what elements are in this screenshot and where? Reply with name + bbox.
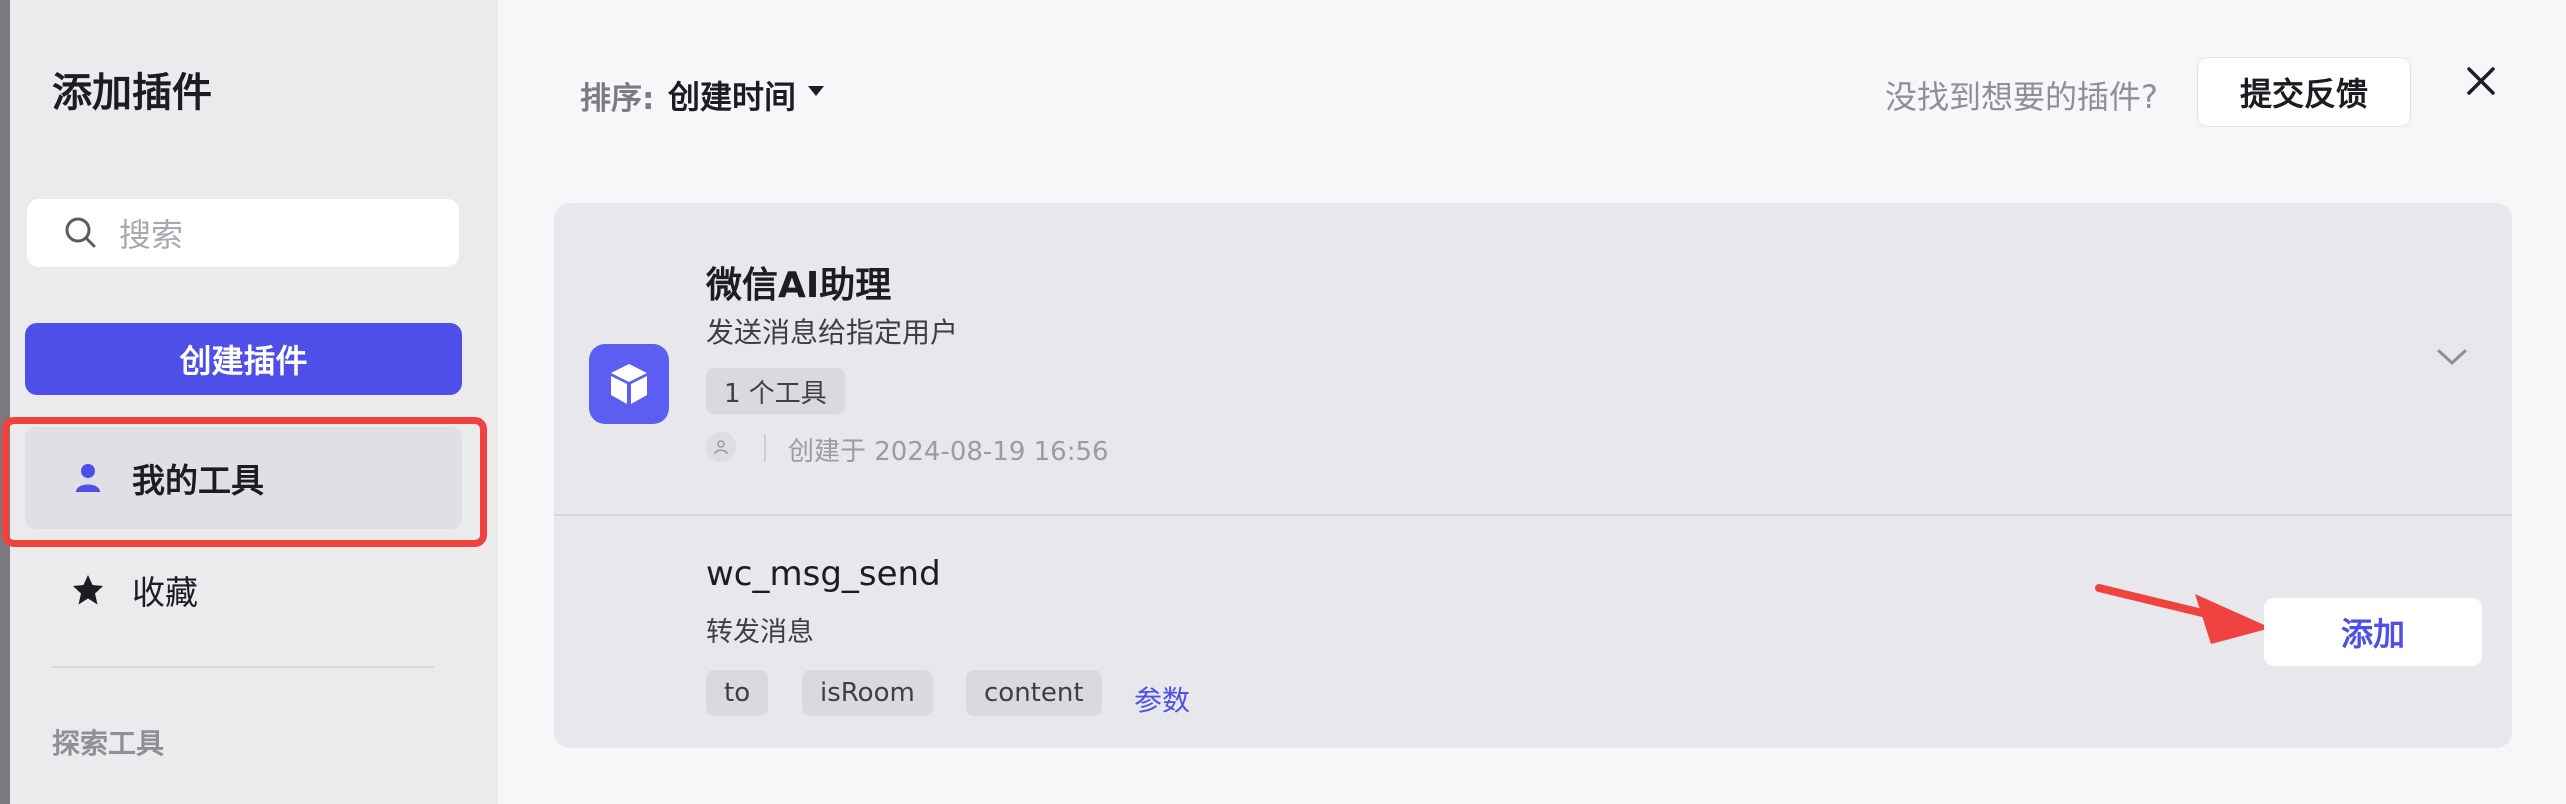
sort-label: 排序: bbox=[580, 81, 655, 117]
close-icon[interactable] bbox=[2466, 66, 2496, 96]
create-plugin-button[interactable]: 创建插件 bbox=[25, 323, 462, 395]
param-tag: to bbox=[706, 670, 769, 716]
star-icon bbox=[73, 575, 103, 605]
params-link[interactable]: 参数 bbox=[1134, 679, 1190, 719]
dialog-title: 添加插件 bbox=[52, 70, 212, 116]
arrow-annotation bbox=[2095, 584, 2271, 644]
search-icon bbox=[65, 217, 96, 248]
plugin-description: 发送消息给指定用户 bbox=[706, 316, 959, 349]
sidebar-divider bbox=[52, 666, 434, 668]
explore-heading: 探索工具 bbox=[52, 727, 165, 760]
sidebar bbox=[10, 0, 498, 804]
sort-dropdown[interactable]: 创建时间 bbox=[668, 72, 796, 118]
window-edge bbox=[0, 0, 10, 804]
plugin-name: 微信AI助理 bbox=[706, 265, 892, 306]
tool-name: wc_msg_send bbox=[706, 554, 941, 594]
tool-description: 转发消息 bbox=[706, 617, 814, 648]
meta-separator bbox=[764, 434, 766, 462]
search-placeholder: 搜索 bbox=[119, 216, 184, 254]
avatar bbox=[706, 432, 736, 462]
user-icon bbox=[714, 440, 728, 455]
param-tag: content bbox=[966, 670, 1102, 716]
not-found-text: 没找到想要的插件? bbox=[1885, 78, 2158, 116]
sidebar-item-label: 收藏 bbox=[132, 573, 198, 612]
cube-icon bbox=[611, 364, 647, 404]
param-tag: isRoom bbox=[802, 670, 933, 716]
submit-feedback-button[interactable]: 提交反馈 bbox=[2197, 57, 2411, 127]
highlight-annotation bbox=[2, 417, 487, 547]
tool-count-badge: 1 个工具 bbox=[706, 368, 845, 414]
search-input[interactable]: 搜索 bbox=[27, 199, 459, 267]
add-tool-button[interactable]: 添加 bbox=[2264, 598, 2482, 666]
caret-down-icon[interactable] bbox=[806, 84, 826, 98]
chevron-down-icon[interactable] bbox=[2435, 346, 2469, 368]
card-divider bbox=[554, 514, 2512, 516]
created-timestamp: 创建于 2024-08-19 16:56 bbox=[788, 437, 1109, 467]
plugin-icon bbox=[589, 344, 669, 424]
sidebar-item-favorites[interactable]: 收藏 bbox=[25, 540, 462, 640]
